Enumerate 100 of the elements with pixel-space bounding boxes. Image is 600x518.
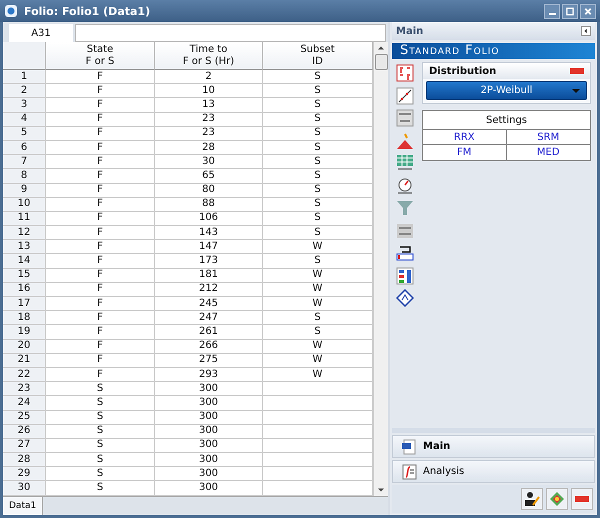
table-cell: S bbox=[46, 467, 155, 482]
plot-icon[interactable] bbox=[394, 86, 416, 106]
row-header[interactable]: 7 bbox=[3, 155, 46, 170]
row-header[interactable]: 13 bbox=[3, 240, 46, 254]
minus-icon[interactable] bbox=[570, 67, 584, 75]
row-header[interactable]: 29 bbox=[3, 467, 46, 482]
user-edit-icon[interactable] bbox=[521, 488, 543, 510]
minus-icon[interactable] bbox=[571, 488, 593, 510]
row-header[interactable]: 11 bbox=[3, 212, 46, 226]
row-header[interactable]: 30 bbox=[3, 481, 46, 496]
row-header[interactable]: 12 bbox=[3, 226, 46, 240]
diamond-icon[interactable] bbox=[394, 288, 416, 308]
column-header[interactable]: State F or S bbox=[46, 42, 155, 70]
table-cell: F bbox=[46, 268, 155, 283]
table-cell: 106 bbox=[155, 212, 263, 226]
table-cell: 275 bbox=[155, 354, 263, 368]
table-cell: F bbox=[46, 112, 155, 127]
table-cell: 88 bbox=[155, 198, 263, 212]
row-header[interactable]: 17 bbox=[3, 297, 46, 312]
table-cell: F bbox=[46, 198, 155, 212]
table-cell: 300 bbox=[155, 382, 263, 396]
app-icon bbox=[4, 4, 18, 18]
row-header[interactable]: 16 bbox=[3, 282, 46, 297]
row-header[interactable]: 4 bbox=[3, 112, 46, 127]
table-cell: S bbox=[46, 424, 155, 439]
row-header[interactable]: 25 bbox=[3, 410, 46, 425]
table-cell: 80 bbox=[155, 184, 263, 198]
maximize-icon bbox=[565, 6, 575, 16]
row-header[interactable]: 15 bbox=[3, 268, 46, 283]
table-cell: F bbox=[46, 169, 155, 184]
document-icon bbox=[401, 438, 417, 454]
sheet-tab[interactable]: Data1 bbox=[3, 497, 44, 515]
table-cell: F bbox=[46, 325, 155, 340]
row-header[interactable]: 24 bbox=[3, 396, 46, 410]
settings-option[interactable]: RRX bbox=[423, 130, 506, 145]
table-cell: 10 bbox=[155, 84, 263, 98]
cell-reference[interactable]: A31 bbox=[9, 24, 73, 42]
row-header[interactable]: 8 bbox=[3, 169, 46, 184]
table-cell: 65 bbox=[155, 169, 263, 184]
table-cell: 300 bbox=[155, 467, 263, 482]
row-header[interactable]: 3 bbox=[3, 98, 46, 113]
column-header[interactable]: Time to F or S (Hr) bbox=[155, 42, 263, 70]
table-cell: 212 bbox=[155, 282, 263, 297]
row-header[interactable]: 18 bbox=[3, 311, 46, 326]
collapse-button[interactable] bbox=[581, 26, 591, 36]
formula-icon bbox=[401, 464, 417, 480]
scroll-thumb[interactable] bbox=[374, 54, 388, 70]
formula-field[interactable] bbox=[75, 24, 386, 42]
table-cell: F bbox=[46, 212, 155, 226]
table-cell: 2 bbox=[155, 70, 263, 84]
row-header[interactable]: 19 bbox=[3, 325, 46, 340]
settings-option[interactable]: SRM bbox=[506, 130, 590, 145]
table-cell: 23 bbox=[155, 126, 263, 141]
panel-title: Main bbox=[396, 26, 424, 36]
table-icon[interactable] bbox=[394, 266, 416, 286]
row-header[interactable]: 23 bbox=[3, 382, 46, 396]
minimize-icon bbox=[548, 12, 556, 14]
column-header[interactable]: Subset ID bbox=[263, 42, 373, 70]
row-header[interactable]: 14 bbox=[3, 254, 46, 269]
row-header[interactable]: 26 bbox=[3, 424, 46, 439]
row-header[interactable]: 28 bbox=[3, 453, 46, 468]
close-button[interactable] bbox=[580, 4, 596, 18]
arrow-left-icon bbox=[583, 28, 589, 34]
table-cell: F bbox=[46, 155, 155, 170]
table-cell: S bbox=[46, 438, 155, 454]
table-cell: 261 bbox=[155, 325, 263, 340]
row-header[interactable]: 10 bbox=[3, 198, 46, 212]
table-cell: 28 bbox=[155, 140, 263, 156]
table-cell: 30 bbox=[155, 155, 263, 170]
maximize-button[interactable] bbox=[562, 4, 578, 18]
table-cell: 245 bbox=[155, 297, 263, 312]
table-cell: F bbox=[46, 282, 155, 297]
row-header[interactable]: 1 bbox=[3, 70, 46, 84]
table-cell: F bbox=[46, 98, 155, 113]
table-cell: F bbox=[46, 70, 155, 84]
row-header[interactable]: 6 bbox=[3, 140, 46, 156]
table-cell: F bbox=[46, 354, 155, 368]
row-header[interactable]: 21 bbox=[3, 354, 46, 368]
row-header[interactable]: 9 bbox=[3, 184, 46, 198]
table-cell: 293 bbox=[155, 368, 263, 382]
row-header[interactable]: 22 bbox=[3, 368, 46, 382]
table-cell: 13 bbox=[155, 98, 263, 113]
table-cell: S bbox=[46, 453, 155, 468]
row-header[interactable]: 20 bbox=[3, 340, 46, 354]
row-header[interactable]: 5 bbox=[3, 126, 46, 141]
table-cell: 247 bbox=[155, 311, 263, 326]
table-cell: 147 bbox=[155, 240, 263, 254]
table-cell: F bbox=[46, 140, 155, 156]
nav-button[interactable]: Main bbox=[392, 435, 595, 458]
row-header[interactable]: 27 bbox=[3, 438, 46, 454]
close-icon bbox=[583, 6, 593, 16]
minimize-button[interactable] bbox=[544, 4, 560, 18]
table-cell: F bbox=[46, 368, 155, 382]
table-cell: S bbox=[46, 396, 155, 410]
row-header[interactable]: 2 bbox=[3, 84, 46, 98]
scrollbar[interactable] bbox=[373, 42, 388, 496]
table-cell: 300 bbox=[155, 424, 263, 439]
distribution-dropdown[interactable]: 2P-Weibull bbox=[426, 81, 587, 100]
window-title: Folio: Folio1 (Data1) bbox=[24, 4, 152, 18]
nav-button[interactable]: Analysis bbox=[392, 460, 595, 483]
